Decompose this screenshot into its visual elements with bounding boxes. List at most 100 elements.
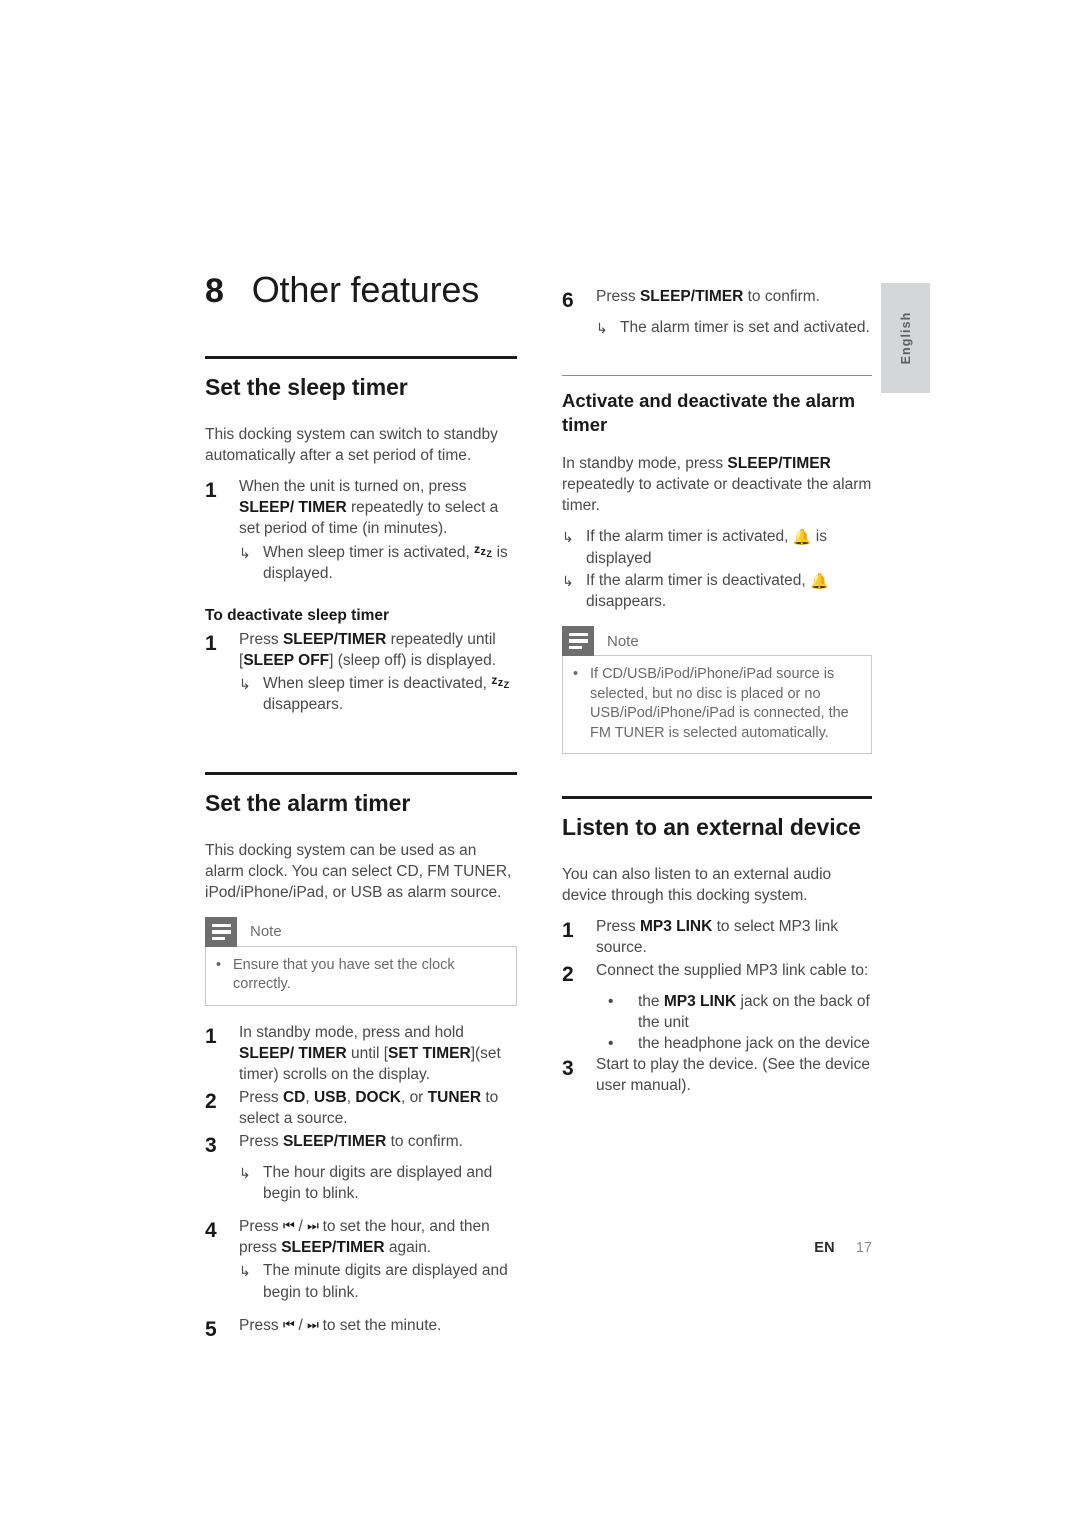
step-text: When the unit is turned on, press SLEEP/… bbox=[239, 478, 499, 538]
note-header: Note bbox=[562, 626, 872, 657]
arrow-icon: ↳ bbox=[562, 529, 574, 546]
step-number: 1 bbox=[205, 1025, 217, 1049]
section-heading-sleep-timer: Set the sleep timer bbox=[205, 374, 408, 401]
chapter-title-text: Other features bbox=[251, 269, 480, 310]
note-header: Note bbox=[205, 916, 517, 947]
step-text: Press SLEEP/TIMER to confirm. bbox=[596, 288, 820, 305]
external-device-step-3: 3 Start to play the device. (See the dev… bbox=[562, 1054, 872, 1096]
alarm-deactivated-result: ↳ If the alarm timer is deactivated, 🔔 d… bbox=[562, 570, 872, 612]
result-text: When sleep timer is activated, zzZ is di… bbox=[263, 541, 508, 582]
external-device-step-1: 1 Press MP3 LINK to select MP3 link sour… bbox=[562, 916, 872, 958]
result-text: The alarm timer is set and activated. bbox=[620, 318, 870, 336]
step-text: Start to play the device. (See the devic… bbox=[596, 1056, 870, 1095]
sleep-timer-result-1: ↳ When sleep timer is activated, zzZ is … bbox=[239, 542, 517, 584]
external-device-intro: You can also listen to an external audio… bbox=[562, 866, 832, 905]
alarm-timer-step-1: 1 In standby mode, press and hold SLEEP/… bbox=[205, 1022, 517, 1085]
footer-page-number: 17 bbox=[855, 1240, 872, 1256]
step-number: 4 bbox=[205, 1219, 217, 1243]
sleep-timer-step-1: 1 When the unit is turned on, press SLEE… bbox=[205, 476, 517, 539]
deactivate-sleep-result-1: ↳ When sleep timer is deactivated, zzZ d… bbox=[239, 673, 517, 715]
note-text: If CD/USB/iPod/iPhone/iPad source is sel… bbox=[590, 666, 849, 741]
alarm-activated-result: ↳ If the alarm timer is activated, 🔔 is … bbox=[562, 526, 872, 568]
footer-language-code: EN bbox=[814, 1240, 835, 1256]
bullet-icon: • bbox=[608, 1035, 614, 1053]
alarm-timer-intro: This docking system can be used as an al… bbox=[205, 841, 512, 901]
step-text: Press MP3 LINK to select MP3 link source… bbox=[596, 918, 839, 957]
note-lines-icon bbox=[205, 916, 237, 947]
step-number: 3 bbox=[562, 1057, 574, 1081]
note-body: • If CD/USB/iPod/iPhone/iPad source is s… bbox=[562, 655, 872, 755]
result-text: If the alarm timer is activated, 🔔 is di… bbox=[586, 528, 827, 567]
language-side-tab: English bbox=[881, 283, 930, 393]
sleep-indicator-icon: zzZ bbox=[474, 541, 493, 559]
result-text: When sleep timer is deactivated, zzZ dis… bbox=[263, 672, 510, 713]
step-text: Press ⏮ / ⏭ to set the hour, and then pr… bbox=[239, 1218, 490, 1257]
step-number: 1 bbox=[205, 479, 217, 503]
step-text: Connect the supplied MP3 link cable to: bbox=[596, 962, 869, 980]
external-device-step-2: 2 Connect the supplied MP3 link cable to… bbox=[562, 960, 872, 989]
bullet-text: the MP3 LINK jack on the back of the uni… bbox=[638, 993, 870, 1032]
note-title: Note bbox=[250, 923, 282, 941]
section-heading-external-device: Listen to an external device bbox=[562, 814, 861, 841]
note-bullet-item: • Ensure that you have set the clock cor… bbox=[216, 956, 506, 995]
step-number: 2 bbox=[205, 1090, 217, 1114]
arrow-icon: ↳ bbox=[562, 572, 574, 589]
left-column: 8 Other features Set the sleep timer Thi… bbox=[205, 270, 517, 1345]
alarm-timer-step-3-result: ↳ The hour digits are displayed and begi… bbox=[239, 1162, 517, 1204]
external-device-bullet-2: • the headphone jack on the device bbox=[596, 1033, 872, 1054]
step-number: 1 bbox=[205, 631, 217, 655]
section-rule bbox=[205, 356, 517, 360]
alarm-timer-step-5: 5 Press ⏮ / ⏭ to set the minute. bbox=[205, 1315, 517, 1344]
alarm-timer-step-6-result: ↳ The alarm timer is set and activated. bbox=[596, 317, 872, 338]
subsection-heading-activate-deactivate: Activate and deactivate the alarm timer bbox=[562, 389, 856, 435]
section-heading-alarm-timer: Set the alarm timer bbox=[205, 789, 411, 816]
bullet-icon: • bbox=[608, 993, 614, 1011]
chapter-title: 8 Other features bbox=[205, 270, 517, 310]
section-rule bbox=[205, 771, 517, 775]
skip-next-icon: ⏭ bbox=[307, 1316, 319, 1332]
alarm-bell-icon: 🔔 bbox=[809, 572, 829, 590]
subheading-deactivate-sleep-timer: To deactivate sleep timer bbox=[205, 606, 390, 624]
step-text: Press CD, USB, DOCK, or TUNER to select … bbox=[239, 1089, 499, 1128]
step-number: 3 bbox=[205, 1134, 217, 1158]
result-text: The minute digits are displayed and begi… bbox=[263, 1262, 508, 1301]
external-device-bullet-1: • the MP3 LINK jack on the back of the u… bbox=[596, 991, 872, 1033]
chapter-number: 8 bbox=[205, 272, 224, 310]
step-number: 1 bbox=[562, 919, 574, 943]
step-text: In standby mode, press and hold SLEEP/ T… bbox=[239, 1024, 501, 1084]
alarm-timer-step-4: 4 Press ⏮ / ⏭ to set the hour, and then … bbox=[205, 1216, 517, 1258]
result-text: If the alarm timer is deactivated, 🔔 dis… bbox=[586, 571, 829, 610]
section-rule bbox=[562, 796, 872, 800]
note-text: Ensure that you have set the clock corre… bbox=[233, 956, 455, 993]
skip-previous-icon: ⏮ bbox=[282, 1316, 295, 1332]
arrow-icon: ↳ bbox=[239, 1165, 251, 1182]
bullet-text: the headphone jack on the device bbox=[638, 1035, 870, 1053]
manual-page: 8 Other features Set the sleep timer Thi… bbox=[0, 0, 1080, 1528]
bullet-icon: • bbox=[216, 956, 222, 973]
right-column: 6 Press SLEEP/TIMER to confirm. ↳ The al… bbox=[562, 270, 872, 1098]
skip-previous-icon: ⏮ bbox=[282, 1218, 295, 1234]
arrow-icon: ↳ bbox=[239, 1263, 251, 1280]
alarm-bell-icon: 🔔 bbox=[792, 529, 812, 547]
step-number: 2 bbox=[562, 963, 574, 987]
note-body: • Ensure that you have set the clock cor… bbox=[205, 945, 517, 1007]
skip-next-icon: ⏭ bbox=[307, 1218, 319, 1234]
subsection-rule bbox=[562, 374, 872, 376]
arrow-icon: ↳ bbox=[239, 675, 251, 692]
note-box-source-fallback: Note • If CD/USB/iPod/iPhone/iPad source… bbox=[562, 626, 872, 755]
step-number: 5 bbox=[205, 1317, 217, 1341]
step-number: 6 bbox=[562, 289, 574, 312]
alarm-timer-step-3: 3 Press SLEEP/TIMER to confirm. bbox=[205, 1131, 517, 1160]
result-text: The hour digits are displayed and begin … bbox=[263, 1164, 493, 1203]
deactivate-sleep-step-1: 1 Press SLEEP/TIMER repeatedly until [SL… bbox=[205, 629, 517, 671]
alarm-timer-step-6: 6 Press SLEEP/TIMER to confirm. bbox=[562, 286, 872, 315]
arrow-icon: ↳ bbox=[239, 544, 251, 561]
arrow-icon: ↳ bbox=[596, 319, 608, 336]
step-text: Press SLEEP/TIMER to confirm. bbox=[239, 1133, 463, 1151]
note-lines-icon bbox=[562, 626, 594, 657]
bullet-icon: • bbox=[573, 666, 579, 683]
note-title: Note bbox=[607, 632, 639, 650]
alarm-timer-step-2: 2 Press CD, USB, DOCK, or TUNER to selec… bbox=[205, 1087, 517, 1129]
step-text: Press SLEEP/TIMER repeatedly until [SLEE… bbox=[239, 630, 497, 669]
page-footer: EN 17 bbox=[562, 1240, 872, 1256]
